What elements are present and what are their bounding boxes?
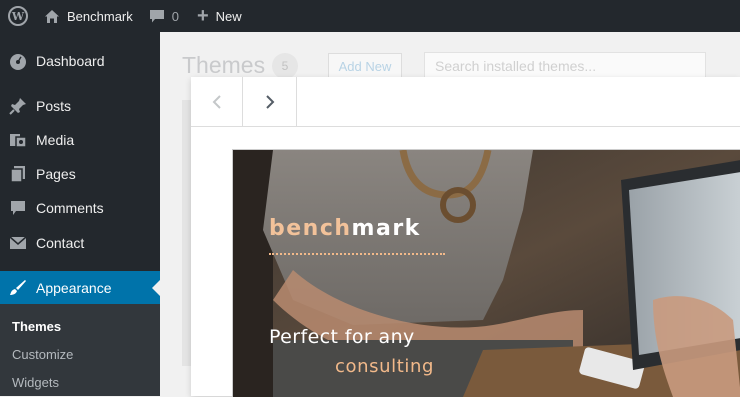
comments-count: 0 (171, 8, 179, 24)
new-content-link[interactable]: + New (197, 0, 242, 32)
comment-icon (0, 199, 36, 217)
mail-icon (0, 234, 36, 252)
submenu-widgets[interactable]: Widgets (12, 375, 59, 390)
add-new-button[interactable]: Add New (328, 53, 402, 79)
menu-item-comments[interactable]: Comments (0, 191, 160, 225)
menu-label: Pages (36, 166, 76, 182)
menu-label: Appearance (36, 280, 112, 296)
home-icon (45, 9, 59, 23)
preview-headline-line2: consulting (335, 356, 434, 377)
submenu-themes[interactable]: Themes (12, 319, 61, 334)
admin-bar: W Benchmark 0 + New (0, 0, 740, 32)
menu-label: Posts (36, 98, 72, 114)
next-theme-button[interactable] (243, 77, 297, 126)
menu-label: Dashboard (36, 53, 105, 69)
menu-item-posts[interactable]: Posts (0, 89, 160, 123)
wordpress-logo-icon[interactable]: W (0, 0, 36, 32)
admin-sidebar: Dashboard Posts Media Pages Comments Con… (0, 32, 160, 396)
menu-item-pages[interactable]: Pages (0, 157, 160, 191)
appearance-submenu: Themes Customize Widgets (0, 304, 160, 396)
chevron-right-icon (265, 94, 274, 109)
previous-theme-button[interactable] (191, 77, 243, 126)
comments-link[interactable]: 0 (149, 0, 179, 32)
menu-label: Contact (36, 235, 85, 251)
chevron-left-icon (212, 94, 221, 109)
brand-logo-text: benchmark (269, 216, 421, 241)
media-icon (0, 131, 36, 149)
menu-item-appearance[interactable]: Appearance (0, 271, 160, 305)
comment-bubble-icon (149, 9, 164, 22)
pages-icon (0, 165, 36, 183)
page-title: Themes (182, 52, 266, 78)
themes-count-badge: 5 (272, 53, 298, 79)
menu-label: Media (36, 132, 75, 148)
new-label: New (215, 8, 242, 24)
search-themes-input[interactable]: Search installed themes... (424, 52, 706, 80)
theme-overlay: benchmark Perfect for any consulting (191, 77, 740, 397)
theme-screenshot: benchmark Perfect for any consulting (232, 149, 740, 397)
brand-underline (269, 253, 445, 255)
plus-icon: + (196, 5, 209, 27)
submenu-customize[interactable]: Customize (12, 347, 73, 362)
menu-item-media[interactable]: Media (0, 123, 160, 157)
dashboard-icon (0, 52, 36, 70)
overlay-header (191, 77, 740, 127)
site-name-link[interactable]: Benchmark (44, 0, 133, 32)
preview-headline-line1: Perfect for any (269, 326, 415, 348)
site-name-label: Benchmark (67, 8, 133, 24)
brush-icon (0, 279, 36, 297)
menu-label: Comments (36, 200, 104, 216)
theme-preview-photo (233, 150, 740, 397)
pin-icon (0, 97, 36, 115)
menu-item-dashboard[interactable]: Dashboard (0, 44, 160, 78)
menu-item-contact[interactable]: Contact (0, 226, 160, 260)
